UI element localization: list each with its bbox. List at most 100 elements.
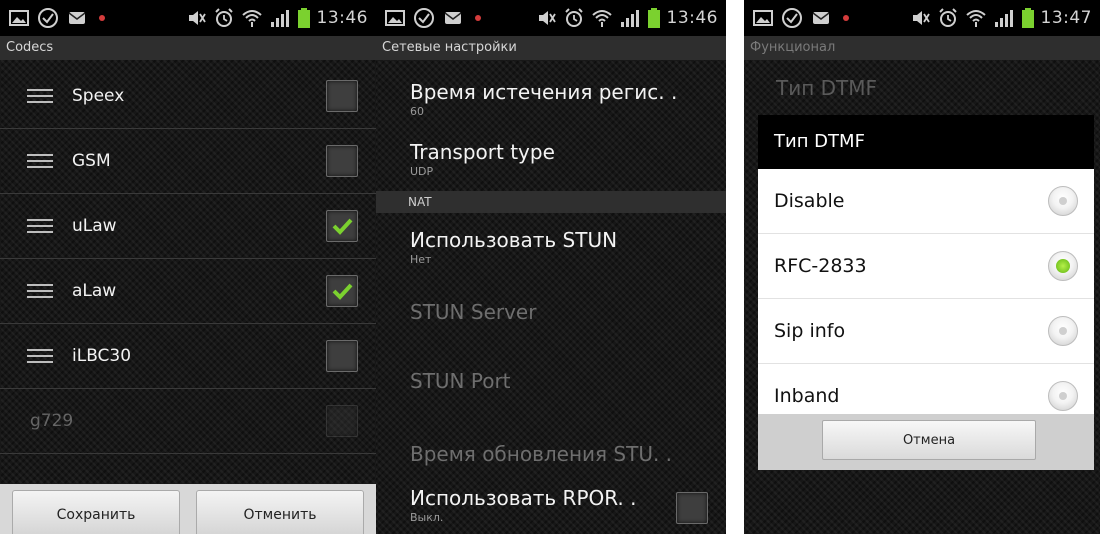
pref-title: Время истечения регис. .	[410, 80, 678, 104]
checkmark-icon	[332, 218, 353, 235]
option-label: Disable	[774, 190, 845, 212]
radio-button[interactable]	[1048, 381, 1078, 411]
wifi-icon	[965, 10, 986, 27]
pref-stun-server: STUN Server	[410, 300, 712, 324]
functional-screen: 13:47 Функционал Тип DTMF Тип DTMF Disab…	[744, 0, 1100, 534]
radio-button[interactable]	[1048, 316, 1078, 346]
drag-handle-icon[interactable]	[27, 87, 53, 105]
codec-row-g729: g729	[0, 389, 376, 454]
mute-icon	[188, 11, 206, 25]
pref-title: Transport type	[410, 140, 555, 164]
pref-summary: UDP	[410, 165, 434, 178]
rport-checkbox[interactable]	[676, 492, 708, 524]
pref-registration-expiry[interactable]: Время истечения регис. . 60	[410, 80, 712, 118]
dialog-cancel-button[interactable]: Отмена	[822, 420, 1036, 460]
notification-dot-icon	[475, 15, 481, 21]
alarm-icon	[214, 8, 233, 27]
codecs-screen: 13:46 Codecs Speex GSM uLaw aLaw iLBC30 …	[0, 0, 376, 534]
radio-button[interactable]	[1048, 186, 1078, 216]
alarm-icon	[564, 8, 583, 27]
drag-handle-icon[interactable]	[27, 152, 53, 170]
option-label: Sip info	[774, 320, 846, 342]
message-icon	[68, 12, 86, 24]
dialog-footer: Отмена	[758, 414, 1094, 470]
signal-icon	[270, 10, 289, 27]
check-circle-icon	[782, 8, 802, 28]
section-header-nat: NAT	[376, 191, 726, 213]
pref-title: Использовать RPOR. .	[410, 486, 637, 510]
codec-row-speex[interactable]: Speex	[0, 64, 376, 129]
check-circle-icon	[414, 8, 434, 28]
clock: 13:47	[1040, 8, 1092, 28]
codec-row-gsm[interactable]: GSM	[0, 129, 376, 194]
codec-checkbox[interactable]	[326, 340, 358, 372]
codec-checkbox[interactable]	[326, 80, 358, 112]
save-button[interactable]: Сохранить	[12, 490, 180, 534]
codec-row-alaw[interactable]: aLaw	[0, 259, 376, 324]
pref-summary: Выкл.	[410, 511, 444, 524]
gallery-icon	[753, 10, 773, 26]
checkmark-icon	[332, 283, 353, 300]
mute-icon	[538, 11, 556, 25]
wifi-icon	[241, 10, 262, 27]
option-disable[interactable]: Disable	[758, 169, 1094, 234]
option-sip-info[interactable]: Sip info	[758, 299, 1094, 364]
drag-handle-icon[interactable]	[27, 217, 53, 235]
codec-checkbox-disabled	[326, 405, 358, 437]
pref-title: STUN Server	[410, 300, 537, 324]
pref-title: Использовать STUN	[410, 228, 618, 252]
option-rfc-2833[interactable]: RFC-2833	[758, 234, 1094, 299]
dtmf-dialog: Тип DTMF Disable RFC-2833 Sip info Inban…	[758, 115, 1094, 470]
codec-label: aLaw	[72, 281, 117, 301]
clock: 13:46	[316, 8, 368, 28]
message-icon	[812, 12, 830, 24]
screen-title: Codecs	[0, 36, 376, 60]
screen-title: Функционал	[744, 36, 1100, 60]
battery-icon	[647, 8, 660, 28]
signal-icon	[620, 10, 639, 27]
codec-checkbox-checked[interactable]	[326, 210, 358, 242]
check-circle-icon	[38, 8, 58, 28]
pref-use-stun[interactable]: Использовать STUN Нет	[410, 228, 712, 266]
pref-use-rport[interactable]: Использовать RPOR. . Выкл.	[410, 486, 712, 524]
cancel-button[interactable]: Отменить	[196, 490, 364, 534]
notification-dot-icon	[843, 15, 849, 21]
pref-summary: Нет	[410, 253, 432, 266]
message-icon	[444, 12, 462, 24]
notification-dot-icon	[99, 15, 105, 21]
bg-pref-dtmf-type: Тип DTMF	[776, 76, 1086, 100]
battery-icon	[297, 8, 310, 28]
gallery-icon	[9, 10, 29, 26]
status-bar: 13:46	[376, 0, 726, 36]
codec-row-ilbc30[interactable]: iLBC30	[0, 324, 376, 389]
wifi-icon	[591, 10, 612, 27]
pref-title: STUN Port	[410, 369, 511, 393]
codec-label: iLBC30	[72, 346, 132, 366]
pref-summary: 60	[410, 105, 424, 118]
codec-checkbox-checked[interactable]	[326, 275, 358, 307]
pref-title: Время обновления STU. .	[410, 442, 673, 466]
battery-icon	[1021, 8, 1034, 28]
pref-stun-port: STUN Port	[410, 369, 712, 393]
pref-stun-refresh: Время обновления STU. .	[410, 442, 712, 466]
gallery-icon	[385, 10, 405, 26]
option-label: RFC-2833	[774, 255, 867, 277]
pref-transport-type[interactable]: Transport type UDP	[410, 140, 712, 178]
status-bar: 13:46	[0, 0, 376, 36]
drag-handle-icon[interactable]	[27, 347, 53, 365]
dialog-title: Тип DTMF	[758, 115, 1094, 169]
drag-handle-icon[interactable]	[27, 282, 53, 300]
screen-title: Сетевые настройки	[376, 36, 726, 60]
mute-icon	[912, 11, 930, 25]
radio-button-selected[interactable]	[1048, 251, 1078, 281]
codec-label: uLaw	[72, 216, 117, 236]
codec-row-ulaw[interactable]: uLaw	[0, 194, 376, 259]
codec-label: GSM	[72, 151, 111, 171]
button-bar: Сохранить Отменить	[0, 484, 376, 534]
option-label: Inband	[774, 385, 840, 407]
status-bar: 13:47	[744, 0, 1100, 36]
signal-icon	[994, 10, 1013, 27]
codec-checkbox[interactable]	[326, 145, 358, 177]
codec-label: Speex	[72, 86, 125, 106]
pref-title: Тип DTMF	[776, 76, 878, 100]
